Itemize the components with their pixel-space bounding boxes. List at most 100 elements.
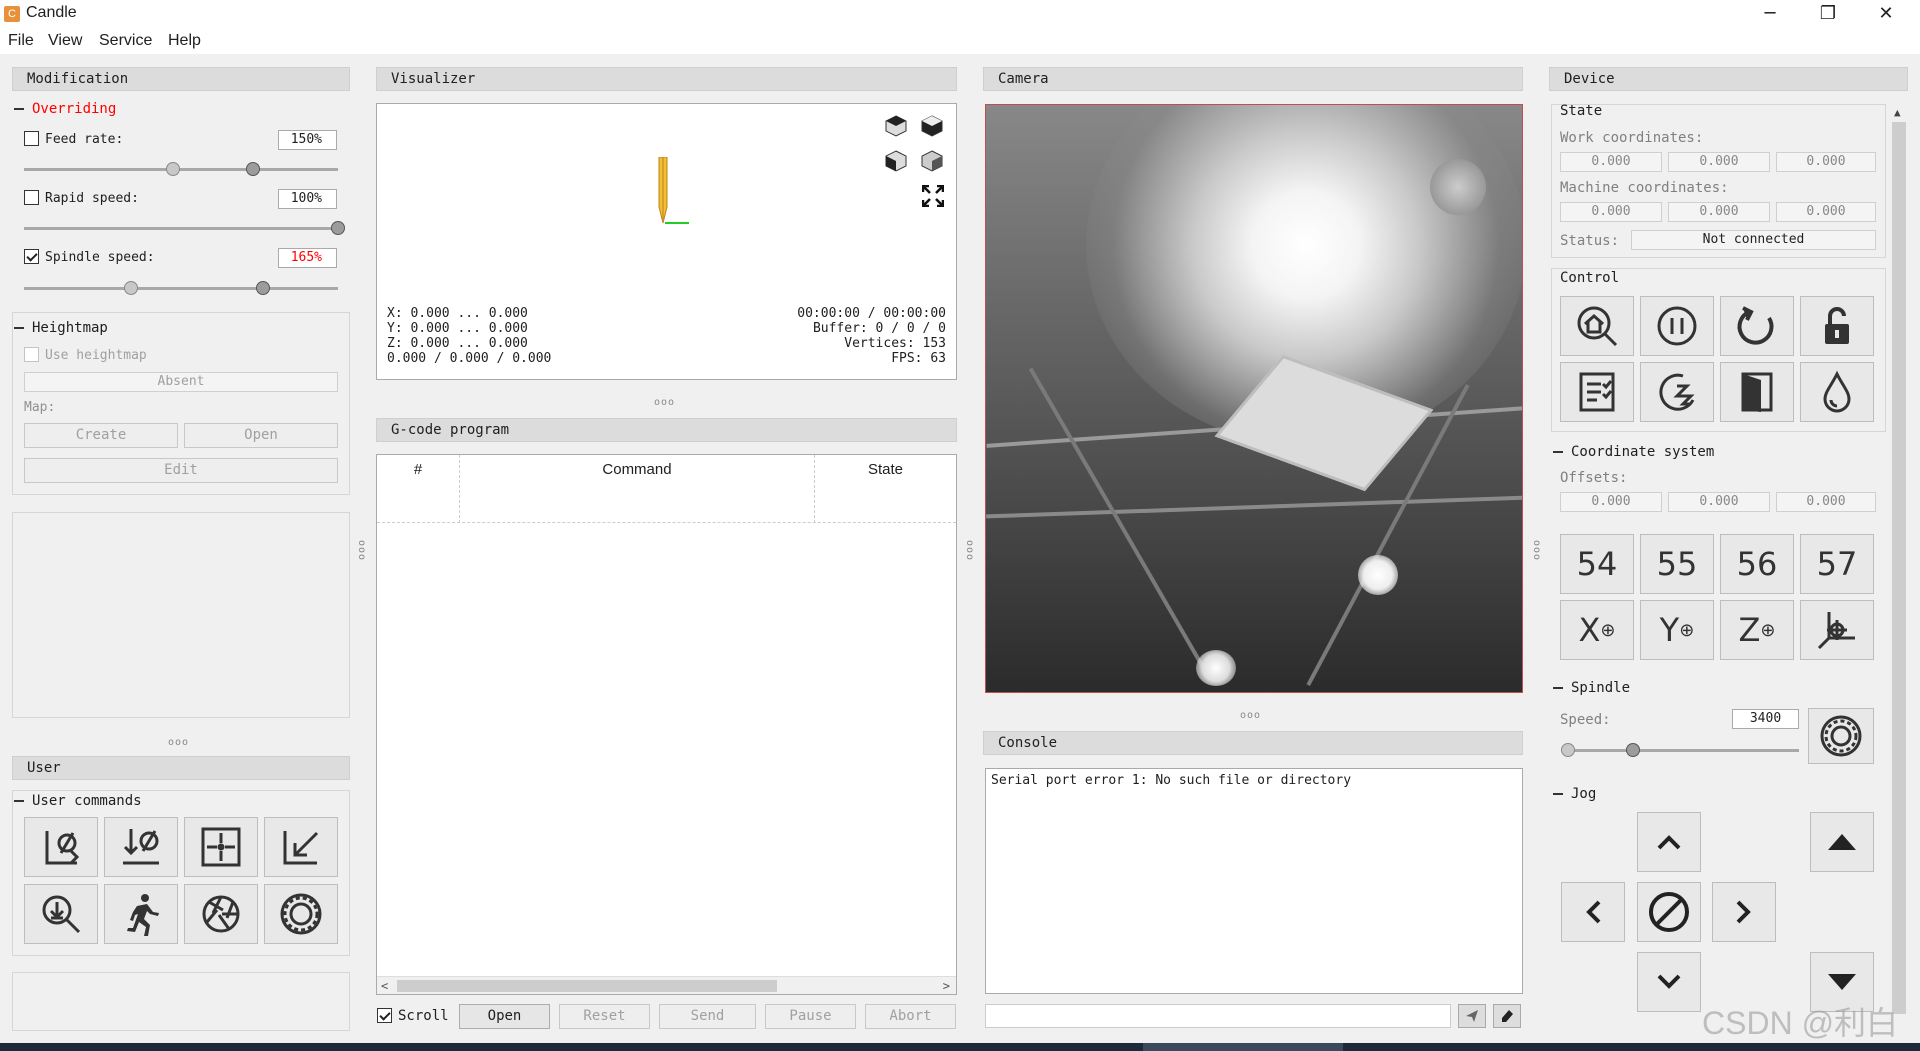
heightmap-create-button[interactable]: Create bbox=[24, 423, 178, 448]
spindle-slider-handle[interactable] bbox=[1626, 743, 1641, 757]
heightmap-edit-button[interactable]: Edit bbox=[24, 458, 338, 483]
gcode-col-state[interactable]: State bbox=[815, 455, 956, 523]
spindle-speed-input[interactable]: 165% bbox=[278, 248, 337, 268]
jog-title[interactable]: Jog bbox=[1553, 786, 1596, 802]
user-commands-title[interactable]: User commands bbox=[14, 793, 142, 809]
jog-y-plus-icon[interactable] bbox=[1637, 812, 1701, 872]
right-splitter-handle[interactable]: ooo bbox=[1531, 540, 1542, 561]
left-splitter-handle[interactable]: ooo bbox=[356, 540, 367, 561]
minimize-button[interactable]: ─ bbox=[1741, 0, 1799, 28]
probe-zero-icon[interactable] bbox=[104, 817, 178, 877]
spindle-title[interactable]: Spindle bbox=[1553, 680, 1630, 696]
pause-icon[interactable] bbox=[1640, 296, 1714, 356]
zero-x-button[interactable]: X ⊕ bbox=[1560, 600, 1634, 660]
heightmap-absent-field: Absent bbox=[24, 372, 338, 392]
overriding-title[interactable]: Overriding bbox=[14, 101, 348, 117]
jog-stop-icon[interactable] bbox=[1637, 882, 1701, 942]
home-icon[interactable] bbox=[1560, 296, 1634, 356]
clear-console-icon[interactable] bbox=[1493, 1004, 1521, 1028]
gcode-horizontal-scrollbar[interactable]: < > bbox=[377, 976, 956, 994]
view-iso-cube-icon[interactable] bbox=[919, 148, 945, 178]
gcode-header: G-code program bbox=[376, 418, 957, 442]
spindle-slider-min-handle[interactable] bbox=[1561, 743, 1575, 757]
camera-splitter-handle[interactable]: ooo bbox=[1240, 710, 1261, 721]
g54-button[interactable]: 54 bbox=[1560, 534, 1634, 594]
rapid-speed-checkbox[interactable] bbox=[24, 190, 39, 205]
splitter-handle[interactable]: ooo bbox=[168, 737, 189, 748]
rapid-speed-input[interactable]: 100% bbox=[278, 189, 337, 209]
g55-button[interactable]: 55 bbox=[1640, 534, 1714, 594]
spindle-speed-slider-handle[interactable] bbox=[255, 281, 270, 295]
gcode-table[interactable]: # Command State < > bbox=[376, 454, 957, 995]
menu-view[interactable]: View bbox=[48, 32, 82, 50]
scroll-checkbox[interactable] bbox=[377, 1008, 392, 1023]
zero-z-button[interactable]: Z ⊕ bbox=[1720, 600, 1794, 660]
g56-button[interactable]: 56 bbox=[1720, 534, 1794, 594]
send-button[interactable]: Send bbox=[659, 1004, 756, 1029]
send-command-icon[interactable] bbox=[1458, 1004, 1486, 1028]
center-splitter-handle[interactable]: ooo bbox=[964, 540, 975, 561]
spindle-toggle-icon[interactable] bbox=[1808, 708, 1874, 764]
zero-all-icon[interactable] bbox=[1800, 600, 1874, 660]
maximize-button[interactable]: ❐ bbox=[1799, 0, 1857, 28]
fit-view-icon[interactable] bbox=[921, 184, 945, 211]
feed-rate-input[interactable]: 150% bbox=[278, 130, 337, 150]
flood-icon[interactable] bbox=[1800, 362, 1874, 422]
coordinate-system-title[interactable]: Coordinate system bbox=[1553, 444, 1714, 460]
run-icon[interactable] bbox=[104, 884, 178, 944]
view-front-cube-icon[interactable] bbox=[883, 113, 909, 143]
open-file-button[interactable]: Open bbox=[459, 1004, 550, 1029]
scroll-right-icon[interactable]: > bbox=[943, 979, 950, 993]
gcode-col-command[interactable]: Command bbox=[460, 455, 815, 523]
corner-return-icon[interactable] bbox=[264, 817, 338, 877]
view-left-cube-icon[interactable] bbox=[883, 148, 909, 178]
rapid-speed-slider-track[interactable] bbox=[24, 227, 338, 230]
aperture-icon[interactable] bbox=[184, 884, 258, 944]
view-top-cube-icon[interactable] bbox=[919, 113, 945, 143]
feed-rate-slider-min-handle[interactable] bbox=[166, 162, 180, 176]
jog-x-minus-icon[interactable] bbox=[1561, 882, 1625, 942]
heightmap-open-button[interactable]: Open bbox=[184, 423, 338, 448]
device-vertical-scrollbar[interactable]: ▲ bbox=[1890, 104, 1908, 1031]
jog-z-up-icon[interactable] bbox=[1810, 812, 1874, 872]
g57-button[interactable]: 57 bbox=[1800, 534, 1874, 594]
unlock-icon[interactable] bbox=[1800, 296, 1874, 356]
center-frame-icon[interactable] bbox=[184, 817, 258, 877]
gcode-col-number[interactable]: # bbox=[377, 455, 460, 523]
visualizer-splitter-handle[interactable]: ooo bbox=[654, 397, 675, 408]
abort-button[interactable]: Abort bbox=[865, 1004, 956, 1029]
jog-x-plus-icon[interactable] bbox=[1712, 882, 1776, 942]
checklist-icon[interactable] bbox=[1560, 362, 1634, 422]
scroll-left-icon[interactable]: < bbox=[381, 979, 388, 993]
use-heightmap-checkbox[interactable] bbox=[24, 347, 39, 362]
scroll-up-icon[interactable]: ▲ bbox=[1894, 106, 1901, 119]
menu-service[interactable]: Service bbox=[99, 32, 152, 50]
menu-file[interactable]: File bbox=[8, 32, 34, 50]
zero-y-button[interactable]: Y ⊕ bbox=[1640, 600, 1714, 660]
zero-z-icon[interactable] bbox=[24, 817, 98, 877]
jog-y-minus-icon[interactable] bbox=[1637, 952, 1701, 1012]
console-command-input[interactable] bbox=[985, 1004, 1451, 1028]
spindle-speed-field[interactable]: 3400 bbox=[1732, 709, 1799, 729]
spindle-speed-slider-track[interactable] bbox=[24, 287, 338, 290]
feed-rate-slider-track[interactable] bbox=[24, 168, 338, 171]
gcode-scrollbar-thumb[interactable] bbox=[397, 980, 777, 992]
feed-rate-checkbox[interactable] bbox=[24, 131, 39, 146]
spindle-speed-checkbox[interactable] bbox=[24, 249, 39, 264]
console-output[interactable]: Serial port error 1: No such file or dir… bbox=[985, 768, 1523, 994]
device-scrollbar-thumb[interactable] bbox=[1892, 122, 1906, 1014]
visualizer-canvas[interactable]: X: 0.000 ... 0.000 Y: 0.000 ... 0.000 Z:… bbox=[376, 103, 957, 380]
rapid-speed-slider-handle[interactable] bbox=[331, 221, 345, 235]
spindle-icon[interactable] bbox=[264, 884, 338, 944]
reset-button[interactable]: Reset bbox=[559, 1004, 650, 1029]
pause-button[interactable]: Pause bbox=[765, 1004, 856, 1029]
heightmap-title[interactable]: Heightmap bbox=[14, 320, 108, 336]
probe-magnify-icon[interactable] bbox=[24, 884, 98, 944]
spindle-speed-slider-min-handle[interactable] bbox=[124, 281, 138, 295]
sleep-icon[interactable] bbox=[1640, 362, 1714, 422]
menu-help[interactable]: Help bbox=[168, 32, 201, 50]
door-icon[interactable] bbox=[1720, 362, 1794, 422]
close-button[interactable]: ✕ bbox=[1857, 0, 1915, 28]
reset-icon[interactable] bbox=[1720, 296, 1794, 356]
spindle-slider-track[interactable] bbox=[1562, 749, 1799, 752]
